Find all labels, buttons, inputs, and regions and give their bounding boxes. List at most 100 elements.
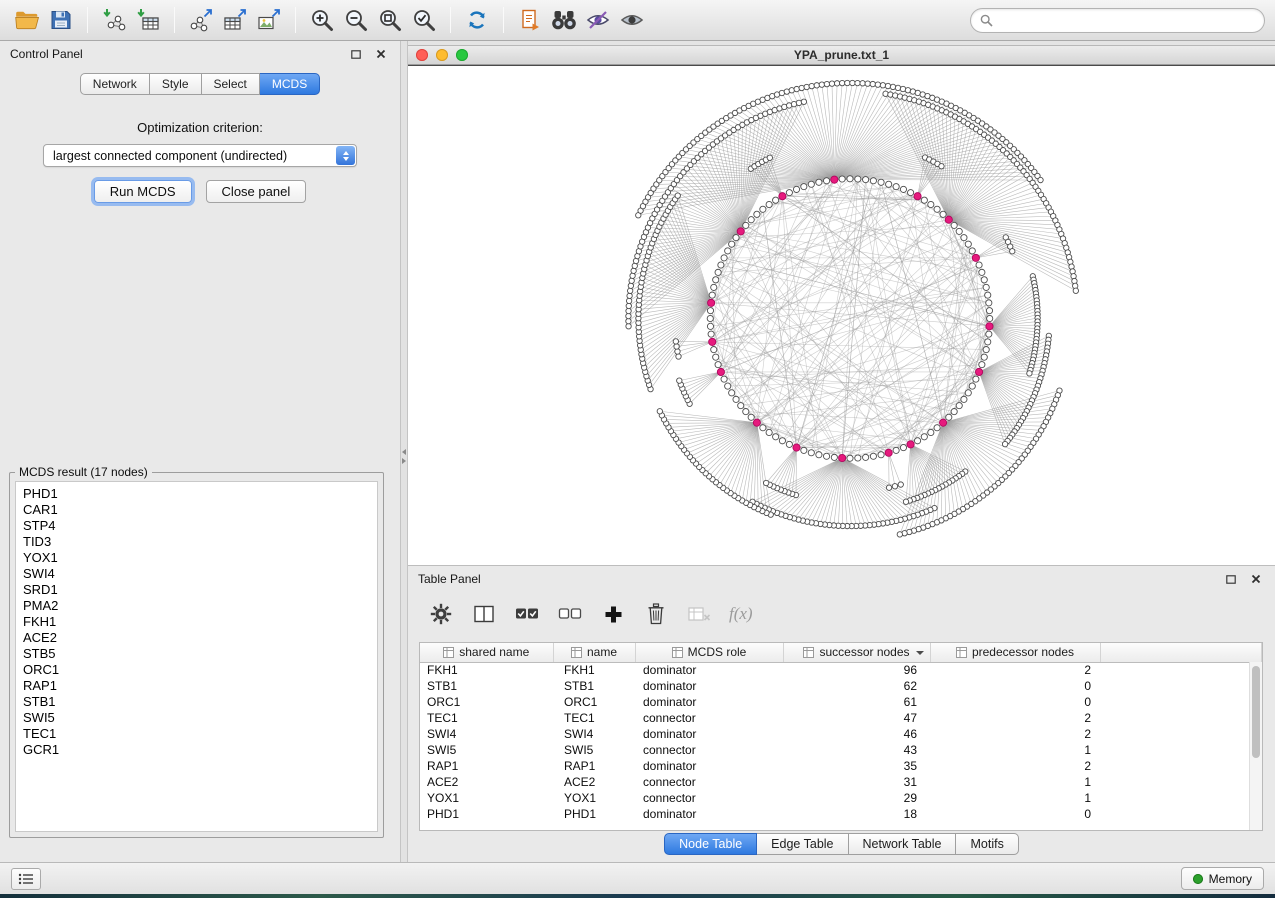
table-row[interactable]: YOX1YOX1connector291	[420, 790, 1262, 806]
mcds-result-item[interactable]: TEC1	[23, 726, 370, 742]
sort-icon	[672, 647, 683, 658]
window-zoom-button[interactable]	[456, 49, 468, 61]
table-row[interactable]: SWI4SWI4dominator462	[420, 726, 1262, 742]
network-canvas[interactable]	[408, 65, 1275, 565]
table-row[interactable]: SWI5SWI5connector431	[420, 742, 1262, 758]
mcds-result-item[interactable]: TID3	[23, 534, 370, 550]
predecessors-cell: 2	[930, 726, 1100, 742]
export-network-button[interactable]	[184, 3, 218, 37]
table-panel-tabs: Node Table Edge Table Network Table Moti…	[408, 833, 1275, 855]
filler-cell	[1100, 758, 1262, 774]
mcds-result-item[interactable]: PMA2	[23, 598, 370, 614]
tab-style[interactable]: Style	[150, 73, 202, 95]
tab-select[interactable]: Select	[202, 73, 260, 95]
mcds-result-item[interactable]: FKH1	[23, 614, 370, 630]
mcds-result-item[interactable]: CAR1	[23, 502, 370, 518]
search-icon	[980, 14, 993, 27]
table-row[interactable]: FKH1FKH1dominator962	[420, 662, 1262, 678]
select-all-icon	[515, 606, 539, 622]
close-panel-button[interactable]: Close panel	[206, 180, 307, 203]
export-image-button[interactable]	[252, 3, 286, 37]
table-row[interactable]: TEC1TEC1connector472	[420, 710, 1262, 726]
zoom-selected-button[interactable]	[407, 3, 441, 37]
tab-edge-table[interactable]: Edge Table	[757, 833, 848, 855]
float-control-panel-button[interactable]	[347, 46, 365, 62]
close-table-panel-button[interactable]	[1247, 571, 1265, 587]
column-header-shared-name[interactable]: shared name	[420, 643, 553, 662]
zoom-fit-button[interactable]	[373, 3, 407, 37]
mcds-result-item[interactable]: STB1	[23, 694, 370, 710]
mcds-result-item[interactable]: GCR1	[23, 742, 370, 758]
role-cell: dominator	[635, 726, 783, 742]
table-row[interactable]: ACE2ACE2connector311	[420, 774, 1262, 790]
zoom-out-button[interactable]	[339, 3, 373, 37]
mcds-result-item[interactable]: SWI5	[23, 710, 370, 726]
shared-name-cell: FKH1	[420, 662, 553, 678]
hide-details-button[interactable]	[581, 3, 615, 37]
window-close-button[interactable]	[416, 49, 428, 61]
select-all-button[interactable]	[514, 601, 540, 627]
mcds-result-item[interactable]: SRD1	[23, 582, 370, 598]
table-scrollbar[interactable]	[1249, 662, 1262, 830]
mcds-result-item[interactable]: PHD1	[23, 486, 370, 502]
search-input[interactable]	[999, 13, 1255, 27]
toolbar-separator	[295, 7, 296, 33]
delete-table-button[interactable]	[686, 601, 712, 627]
column-header-name[interactable]: name	[553, 643, 635, 662]
float-table-panel-button[interactable]	[1222, 571, 1240, 587]
tab-mcds[interactable]: MCDS	[260, 73, 320, 95]
export-table-button[interactable]	[218, 3, 252, 37]
memory-button[interactable]: Memory	[1181, 867, 1264, 890]
column-header-successor-nodes[interactable]: successor nodes	[783, 643, 930, 662]
tab-network-table[interactable]: Network Table	[849, 833, 957, 855]
delete-table-disabled-icon	[688, 606, 711, 622]
mcds-result-item[interactable]: SWI4	[23, 566, 370, 582]
open-session-button[interactable]	[10, 3, 44, 37]
mcds-result-item[interactable]: RAP1	[23, 678, 370, 694]
zoom-in-button[interactable]	[305, 3, 339, 37]
run-mcds-button[interactable]: Run MCDS	[94, 180, 192, 203]
table-row[interactable]: STB1STB1dominator620	[420, 678, 1262, 694]
shared-name-cell: PHD1	[420, 806, 553, 822]
criterion-dropdown[interactable]: largest connected component (undirected)	[43, 144, 357, 167]
search-box	[970, 8, 1265, 33]
predecessors-cell: 0	[930, 806, 1100, 822]
import-network-button[interactable]	[97, 3, 131, 37]
refresh-layout-button[interactable]	[460, 3, 494, 37]
table-panel: Table Panel	[408, 565, 1275, 862]
search-network-button[interactable]	[547, 3, 581, 37]
column-header-predecessor-nodes[interactable]: predecessor nodes	[930, 643, 1100, 662]
table-row[interactable]: RAP1RAP1dominator352	[420, 758, 1262, 774]
zoom-selected-icon	[411, 7, 437, 33]
tab-network[interactable]: Network	[80, 73, 150, 95]
mcds-result-item[interactable]: STP4	[23, 518, 370, 534]
role-cell: dominator	[635, 662, 783, 678]
shared-name-cell: RAP1	[420, 758, 553, 774]
mcds-result-item[interactable]: STB5	[23, 646, 370, 662]
mcds-result-list[interactable]: PHD1CAR1STP4TID3YOX1SWI4SRD1PMA2FKH1ACE2…	[15, 481, 378, 832]
window-minimize-button[interactable]	[436, 49, 448, 61]
panel-splitter[interactable]	[400, 41, 408, 862]
mcds-result-item[interactable]: YOX1	[23, 550, 370, 566]
mcds-result-item[interactable]: ACE2	[23, 630, 370, 646]
show-details-button[interactable]	[615, 3, 649, 37]
table-settings-button[interactable]	[428, 601, 454, 627]
delete-row-button[interactable]	[643, 601, 669, 627]
export-document-button[interactable]	[513, 3, 547, 37]
panel-list-button[interactable]	[11, 868, 41, 890]
tab-node-table[interactable]: Node Table	[664, 833, 757, 855]
function-builder-button[interactable]: f(x)	[729, 601, 753, 627]
column-header-mcds-role[interactable]: MCDS role	[635, 643, 783, 662]
scrollbar-thumb[interactable]	[1252, 666, 1260, 758]
table-row[interactable]: ORC1ORC1dominator610	[420, 694, 1262, 710]
import-table-button[interactable]	[131, 3, 165, 37]
close-control-panel-button[interactable]	[372, 46, 390, 62]
mcds-result-item[interactable]: ORC1	[23, 662, 370, 678]
add-row-button[interactable]	[600, 601, 626, 627]
list-icon	[18, 873, 34, 885]
deselect-all-button[interactable]	[557, 601, 583, 627]
table-row[interactable]: PHD1PHD1dominator180	[420, 806, 1262, 822]
split-view-button[interactable]	[471, 601, 497, 627]
tab-motifs[interactable]: Motifs	[956, 833, 1018, 855]
save-session-button[interactable]	[44, 3, 78, 37]
